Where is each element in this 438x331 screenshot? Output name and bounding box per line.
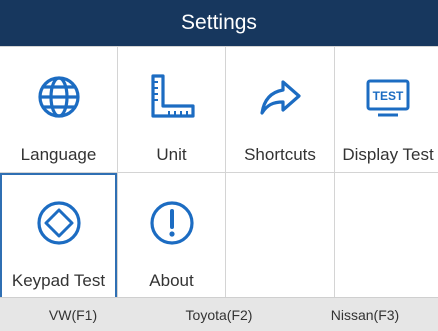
tile-label: Unit: [156, 145, 187, 164]
share-arrow-icon: [256, 73, 304, 121]
tile-display-test[interactable]: TEST Display Test: [335, 47, 438, 172]
settings-grid: Language Unit Shortcuts TEST Display Tes…: [0, 46, 438, 299]
tile-label: About: [149, 271, 194, 290]
info-exclamation-icon: [148, 199, 196, 247]
title-bar: Settings: [0, 0, 438, 46]
function-key-bar: VW(F1) Toyota(F2) Nissan(F3): [0, 297, 438, 331]
tile-about[interactable]: About: [118, 173, 225, 299]
globe-icon: [35, 73, 83, 121]
f1-key-button[interactable]: VW(F1): [0, 298, 146, 331]
tile-language[interactable]: Language: [0, 47, 117, 172]
tile-keypad-test[interactable]: Keypad Test: [0, 173, 117, 299]
tile-label: Keypad Test: [11, 271, 106, 290]
f2-key-button[interactable]: Toyota(F2): [146, 298, 292, 331]
tile-label: Language: [20, 145, 97, 164]
test-screen-icon: TEST: [364, 73, 412, 121]
page-title: Settings: [181, 11, 257, 34]
empty-tile: [335, 173, 438, 299]
settings-screen: Settings Language Unit Shortcuts TEST Di…: [0, 0, 438, 331]
tile-label: Shortcuts: [244, 145, 316, 164]
ruler-icon: [148, 73, 196, 121]
test-icon-text: TEST: [373, 89, 404, 103]
tile-shortcuts[interactable]: Shortcuts: [226, 47, 334, 172]
tile-unit[interactable]: Unit: [118, 47, 225, 172]
empty-tile: [226, 173, 334, 299]
keypad-dpad-icon: [35, 199, 83, 247]
f3-key-button[interactable]: Nissan(F3): [292, 298, 438, 331]
tile-label: Display Test: [342, 145, 434, 164]
